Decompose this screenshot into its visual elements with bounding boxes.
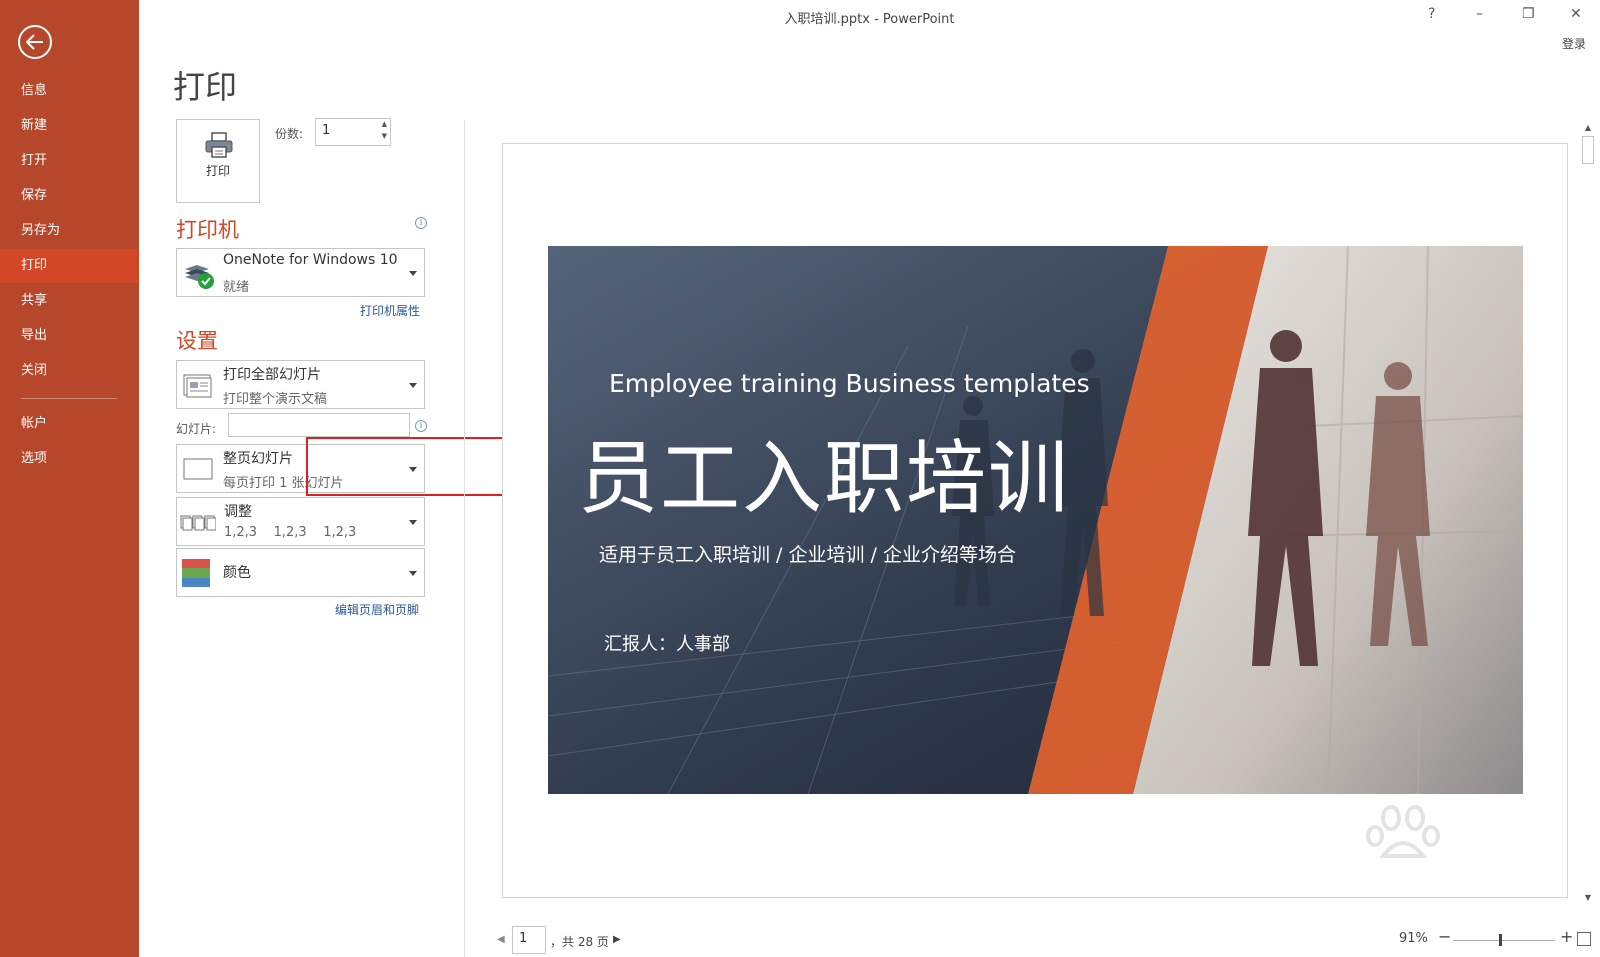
collate-icon <box>180 515 216 531</box>
printer-dropdown[interactable]: OneNote for Windows 10 就绪 <box>176 248 425 297</box>
chevron-down-icon <box>409 467 417 472</box>
sidebar-item-account[interactable]: 帐户 <box>0 407 139 441</box>
fit-to-window-icon[interactable] <box>1577 932 1591 946</box>
sidebar-item-share[interactable]: 共享 <box>0 284 139 318</box>
sidebar-item-export[interactable]: 导出 <box>0 319 139 353</box>
chevron-down-icon <box>409 271 417 276</box>
slide-subtitle: 适用于员工入职培训 / 企业培训 / 企业介绍等场合 <box>599 544 1016 566</box>
print-range-title: 打印全部幻灯片 <box>223 367 321 383</box>
zoom-in-icon[interactable]: + <box>1560 927 1573 946</box>
printer-status: 就绪 <box>223 280 250 295</box>
panel-divider <box>464 120 465 957</box>
sidebar-divider <box>21 398 117 399</box>
settings-heading: 设置 <box>176 329 218 353</box>
chevron-down-icon <box>409 571 417 576</box>
sidebar-item-open[interactable]: 打开 <box>0 144 139 178</box>
print-range-desc: 打印整个演示文稿 <box>223 392 328 407</box>
copies-down-icon[interactable]: ▼ <box>382 132 387 140</box>
collate-dropdown[interactable]: 调整 1,2,3 1,2,3 1,2,3 <box>176 497 425 546</box>
layout-dropdown[interactable]: 整页幻灯片 每页打印 1 张幻灯片 <box>176 444 425 493</box>
next-page-icon[interactable]: ▶ <box>613 934 621 945</box>
color-dropdown[interactable]: 颜色 <box>176 548 425 597</box>
print-button-label: 打印 <box>205 164 230 178</box>
print-range-dropdown[interactable]: 打印全部幻灯片 打印整个演示文稿 <box>176 360 425 409</box>
back-button[interactable] <box>18 25 52 59</box>
zoom-level[interactable]: 91% <box>1399 931 1428 946</box>
full-page-slide-icon <box>183 458 213 480</box>
sidebar-item-save[interactable]: 保存 <box>0 179 139 213</box>
backstage-sidebar: 信息 新建 打开 保存 另存为 打印 共享 导出 关闭 帐户 选项 <box>0 0 139 957</box>
copies-value: 1 <box>322 123 331 138</box>
info-icon[interactable]: i <box>415 217 427 229</box>
printer-name: OneNote for Windows 10 <box>223 252 398 268</box>
slide-subtitle-english: Employee training Business templates <box>609 369 1090 398</box>
sidebar-item-print[interactable]: 打印 <box>0 249 139 283</box>
printer-icon <box>205 132 233 158</box>
copies-label: 份数: <box>275 127 304 141</box>
slide-reporter: 汇报人：人事部 <box>604 634 730 655</box>
sidebar-item-options[interactable]: 选项 <box>0 442 139 476</box>
printer-properties-link[interactable]: 打印机属性 <box>360 302 420 319</box>
copies-input[interactable]: 1 ▲ ▼ <box>315 118 391 146</box>
collate-desc: 1,2,3 1,2,3 1,2,3 <box>224 525 357 540</box>
sidebar-item-close[interactable]: 关闭 <box>0 354 139 388</box>
chevron-down-icon <box>409 383 417 388</box>
color-title: 颜色 <box>223 565 251 581</box>
page-total: ，共 28 页 <box>550 935 609 949</box>
slide-title: 员工入职培训 <box>578 432 1070 525</box>
slide-preview: Employee training Business templates 员工入… <box>548 246 1523 794</box>
page-title: 打印 <box>173 68 238 106</box>
scroll-up-icon[interactable]: ▲ <box>1580 120 1596 136</box>
previous-page-icon[interactable]: ◀ <box>497 934 505 945</box>
layout-desc: 每页打印 1 张幻灯片 <box>223 476 344 491</box>
zoom-slider-thumb[interactable] <box>1499 934 1502 946</box>
slides-stack-icon <box>183 374 212 398</box>
collate-title: 调整 <box>224 504 252 520</box>
arrow-left-icon <box>26 34 43 50</box>
info-icon[interactable]: i <box>415 420 427 432</box>
page-number-value: 1 <box>519 931 528 946</box>
printer-status-icon <box>185 265 214 289</box>
zoom-out-icon[interactable]: − <box>1438 927 1451 946</box>
layout-title: 整页幻灯片 <box>223 451 293 467</box>
print-button[interactable]: 打印 <box>176 119 260 203</box>
printer-heading: 打印机 <box>176 218 239 242</box>
sidebar-item-save-as[interactable]: 另存为 <box>0 214 139 248</box>
sidebar-item-new[interactable]: 新建 <box>0 109 139 143</box>
page-number-input[interactable]: 1 <box>512 926 546 954</box>
scrollbar-thumb[interactable] <box>1582 136 1594 164</box>
slides-label: 幻灯片: <box>176 422 217 436</box>
scroll-down-icon[interactable]: ▼ <box>1580 890 1596 906</box>
sidebar-item-info[interactable]: 信息 <box>0 74 139 108</box>
chevron-down-icon <box>409 520 417 525</box>
zoom-slider[interactable] <box>1453 940 1555 941</box>
copies-up-icon[interactable]: ▲ <box>382 120 387 128</box>
color-swatch-icon <box>182 559 210 587</box>
preview-scrollbar[interactable]: ▲ ▼ <box>1580 120 1596 906</box>
slides-input[interactable] <box>228 413 410 437</box>
edit-header-footer-link[interactable]: 编辑页眉和页脚 <box>335 601 419 618</box>
